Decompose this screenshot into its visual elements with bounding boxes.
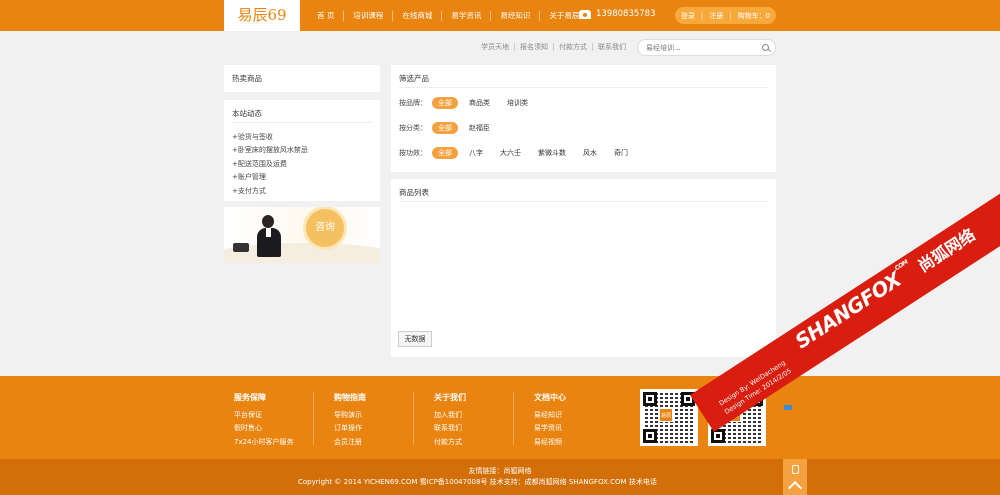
friend-links[interactable]: 友情链接：尚狐网络 (0, 466, 1000, 476)
footer-col-about: 关于我们 加入我们 联系我们 付款方式 (434, 392, 466, 449)
link-enroll[interactable]: 报名须知 (515, 43, 554, 51)
side-tab[interactable] (783, 459, 807, 495)
footer-col-docs: 文档中心 易经知识 易学资讯 易经视频 (534, 392, 566, 449)
filter-title: 筛选产品 (399, 74, 429, 83)
filter-option-all[interactable]: 全部 (432, 97, 458, 109)
news-box: 本站动态 +验货与签收 +卧室床的摆放风水禁忌 +配送范围及运费 +账户管理 +… (224, 100, 380, 201)
news-item[interactable]: +验货与签收 (232, 131, 308, 144)
hotline: 13980835783 (579, 9, 656, 19)
footer-link[interactable]: 7x24小时客户服务 (234, 436, 294, 449)
account-pill: 登录 | 注册 | 购物车：0 (675, 7, 776, 24)
divider (399, 87, 768, 88)
news-item[interactable]: +账户管理 (232, 171, 308, 184)
filter-option[interactable]: 大六壬 (494, 147, 527, 159)
footer-link[interactable]: 易经视频 (534, 436, 566, 449)
nav-news[interactable]: 易学资讯 (442, 10, 492, 21)
ribbon-cn: 尚狐网络 (914, 224, 979, 276)
phone-icon (579, 9, 591, 19)
news-title: 本站动态 (232, 109, 262, 118)
footer-col-title: 服务保障 (234, 393, 266, 402)
footer-col-title: 关于我们 (434, 393, 466, 402)
news-item[interactable]: +配送范围及运费 (232, 158, 308, 171)
filter-option[interactable]: 赵福臣 (463, 122, 496, 134)
filter-option[interactable]: 紫微斗数 (532, 147, 572, 159)
filter-option[interactable]: 八字 (463, 147, 489, 159)
search-box (637, 39, 776, 56)
filter-option[interactable]: 风水 (577, 147, 603, 159)
link-students[interactable]: 学员天地 (476, 43, 515, 51)
customer-service-figure (256, 215, 282, 257)
footer-link[interactable]: 平台保证 (234, 409, 294, 422)
search-input[interactable] (646, 42, 756, 54)
footer-link[interactable]: 易经知识 (534, 409, 566, 422)
product-list-box: 商品列表 (391, 179, 776, 357)
consult-banner[interactable]: 咨询 (224, 207, 380, 263)
nav-home[interactable]: 首 页 (308, 10, 345, 21)
product-list-title: 商品列表 (399, 188, 429, 197)
footer-col-title: 文档中心 (534, 393, 566, 402)
news-list: +验货与签收 +卧室床的摆放风水禁忌 +配送范围及运费 +账户管理 +支付方式 (232, 131, 308, 198)
cart-link[interactable]: 购物车：0 (735, 11, 773, 21)
phone-icon[interactable] (792, 465, 799, 474)
nav-knowledge[interactable]: 易经知识 (491, 10, 541, 21)
search-icon[interactable] (762, 44, 769, 51)
qr-code-1: 易辰 (640, 389, 698, 446)
main-nav: 首 页 培训课程 在线商城 易学资讯 易经知识 关于易辰 (308, 0, 588, 31)
nav-shop[interactable]: 在线商城 (393, 10, 443, 21)
footer-link[interactable]: 付款方式 (434, 436, 466, 449)
filter-option[interactable]: 商品类 (463, 97, 496, 109)
footer-divider (513, 392, 514, 445)
sub-links: 学员天地 报名须知 付款方式 联系我们 (476, 43, 631, 51)
top-bar: 易辰69 首 页 培训课程 在线商城 易学资讯 易经知识 关于易辰 139808… (0, 0, 1000, 31)
footer-link[interactable]: 加入我们 (434, 409, 466, 422)
blue-marker (784, 405, 792, 410)
footer-link[interactable]: 订单操作 (334, 422, 366, 435)
news-item[interactable]: +卧室床的摆放风水禁忌 (232, 144, 308, 157)
consult-bubble[interactable]: 咨询 (306, 209, 344, 247)
footer-col-title: 购物指南 (334, 393, 366, 402)
filter-label: 按功效： (399, 149, 427, 157)
footer-link[interactable]: 易学资讯 (534, 422, 566, 435)
divider (232, 122, 372, 123)
footer-link[interactable]: 会员注册 (334, 436, 366, 449)
footer-col-guide: 购物指南 导购演示 订单操作 会员注册 (334, 392, 366, 449)
footer-divider (413, 392, 414, 445)
filter-option[interactable]: 奇门 (608, 147, 634, 159)
qr-logo: 易辰 (659, 408, 673, 422)
filter-row-effect: 按功效： 全部 八字 大六壬 紫微斗数 风水 奇门 (399, 147, 634, 159)
desk-phone-icon (233, 243, 249, 252)
nav-courses[interactable]: 培训课程 (344, 10, 394, 21)
filter-row-brand: 按品牌： 全部 商品类 培训类 (399, 97, 534, 109)
hotline-number: 13980835783 (596, 9, 656, 19)
footer-divider (313, 392, 314, 445)
filter-box: 筛选产品 按品牌： 全部 商品类 培训类 按分类： 全部 赵福臣 按功效： 全部… (391, 65, 776, 172)
ribbon-brand: SHANGFOX.COM (790, 258, 910, 354)
filter-option[interactable]: 培训类 (501, 97, 534, 109)
filter-label: 按分类： (399, 124, 427, 132)
back-to-top-icon[interactable] (787, 480, 803, 495)
login-link[interactable]: 登录 (678, 11, 698, 21)
filter-option-all[interactable]: 全部 (432, 122, 458, 134)
copyright: Copyright © 2014 YICHEN69.COM 蜀ICP备10047… (298, 478, 658, 486)
hot-products-title: 热卖商品 (232, 74, 262, 83)
register-link[interactable]: 注册 (706, 11, 726, 21)
filter-option-all[interactable]: 全部 (432, 147, 458, 159)
no-data-button[interactable]: 无数据 (398, 331, 432, 347)
footer-link[interactable]: 假时售心 (234, 422, 294, 435)
divider (399, 201, 768, 202)
link-payment[interactable]: 付款方式 (554, 43, 593, 51)
footer-col-service: 服务保障 平台保证 假时售心 7x24小时客户服务 (234, 392, 294, 449)
footer-link[interactable]: 导购演示 (334, 409, 366, 422)
filter-label: 按品牌： (399, 99, 427, 107)
news-item[interactable]: +支付方式 (232, 185, 308, 198)
link-contact[interactable]: 联系我们 (593, 43, 631, 51)
hot-products-box: 热卖商品 (224, 65, 380, 92)
filter-row-category: 按分类： 全部 赵福臣 (399, 122, 496, 134)
footer-link[interactable]: 联系我们 (434, 422, 466, 435)
site-logo[interactable]: 易辰69 (224, 0, 300, 31)
